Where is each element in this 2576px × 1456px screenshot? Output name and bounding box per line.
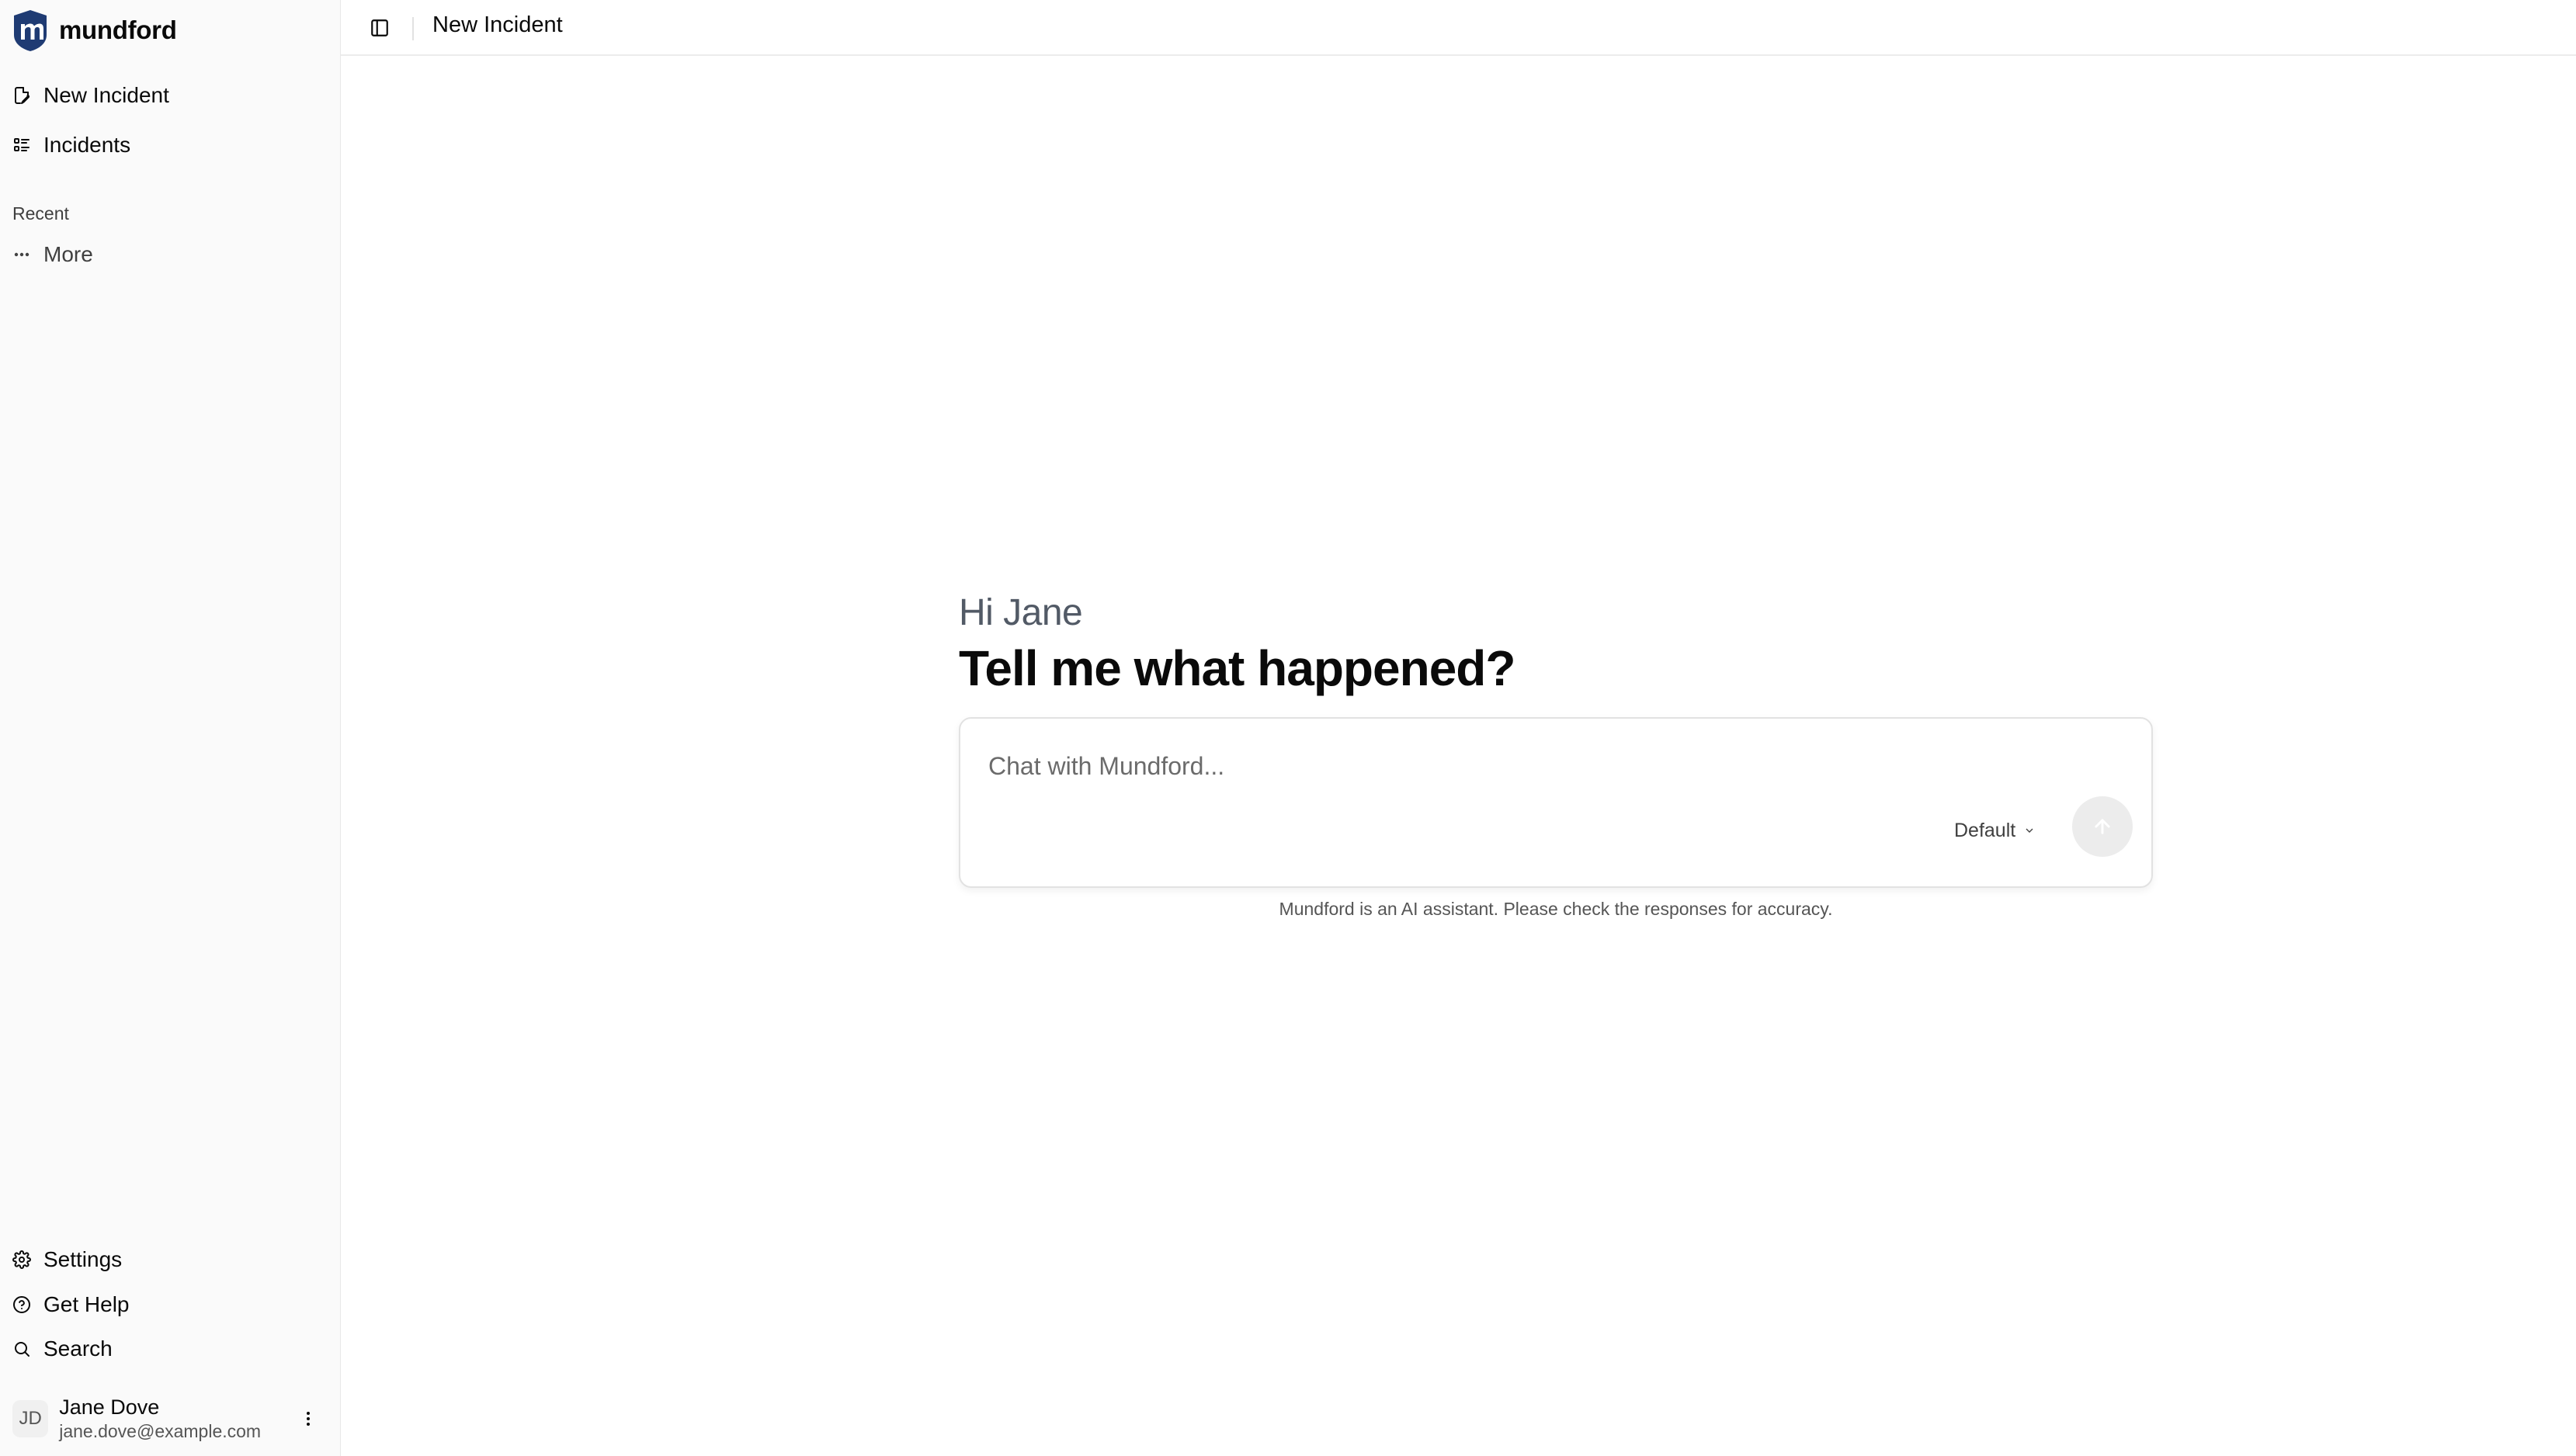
recent-section-label: Recent [12, 203, 69, 224]
app-shell: mundford New Incident Incidents Recent M… [0, 0, 2576, 1456]
sidebar-item-get-help[interactable]: Get Help [12, 1284, 323, 1325]
search-icon [12, 1340, 31, 1358]
user-info: Jane Dove jane.dove@example.com [59, 1395, 276, 1442]
user-name: Jane Dove [59, 1395, 160, 1419]
mundford-logo-icon [14, 10, 47, 51]
brand-name: mundford [59, 16, 177, 44]
sidebar-item-label: Incidents [43, 133, 131, 157]
sidebar-item-more[interactable]: More [12, 234, 323, 275]
sidebar-item-label: Search [43, 1336, 113, 1361]
help-circle-icon [12, 1295, 31, 1314]
sidebar-item-settings[interactable]: Settings [12, 1239, 323, 1280]
sidebar-item-label: More [43, 242, 93, 266]
sidebar-item-new-incident[interactable]: New Incident [12, 75, 323, 116]
avatar: JD [12, 1400, 49, 1437]
ellipsis-icon [12, 245, 31, 264]
user-profile[interactable]: JD Jane Dove jane.dove@example.com [12, 1391, 323, 1447]
sidebar-item-label: Get Help [43, 1292, 130, 1316]
sidebar-toggle-button[interactable] [363, 11, 397, 45]
divider [412, 17, 414, 40]
panel-left-icon [371, 19, 388, 36]
user-email: jane.dove@example.com [59, 1421, 262, 1441]
gear-icon [12, 1250, 31, 1269]
chat-composer: Default [959, 717, 2153, 888]
file-pen-icon [12, 86, 31, 105]
chevron-down-icon [2026, 828, 2033, 833]
model-select-label: Default [1954, 819, 2016, 841]
sidebar: mundford New Incident Incidents Recent M… [0, 0, 340, 1456]
disclaimer: Mundford is an AI assistant. Please chec… [1279, 899, 1833, 919]
chat-input[interactable] [988, 747, 1920, 785]
sidebar-item-label: Settings [43, 1247, 123, 1271]
list-icon [12, 136, 31, 154]
headline: Tell me what happened? [959, 640, 1515, 696]
page-title: New Incident [432, 12, 563, 37]
user-menu-button[interactable] [293, 1403, 323, 1434]
greeting: Hi Jane [959, 592, 1083, 633]
main-content: New Incident Hi Jane Tell me what happen… [340, 0, 2576, 1456]
sidebar-item-incidents[interactable]: Incidents [12, 125, 323, 165]
sidebar-item-search[interactable]: Search [12, 1329, 323, 1369]
brand[interactable]: mundford [12, 8, 177, 53]
sidebar-item-label: New Incident [43, 83, 169, 107]
top-bar: New Incident [341, 0, 2576, 56]
model-select[interactable]: Default [1954, 815, 2036, 846]
arrow-up-icon [2095, 819, 2110, 834]
vertical-dots-icon [306, 1412, 310, 1426]
send-button[interactable] [2072, 796, 2133, 857]
